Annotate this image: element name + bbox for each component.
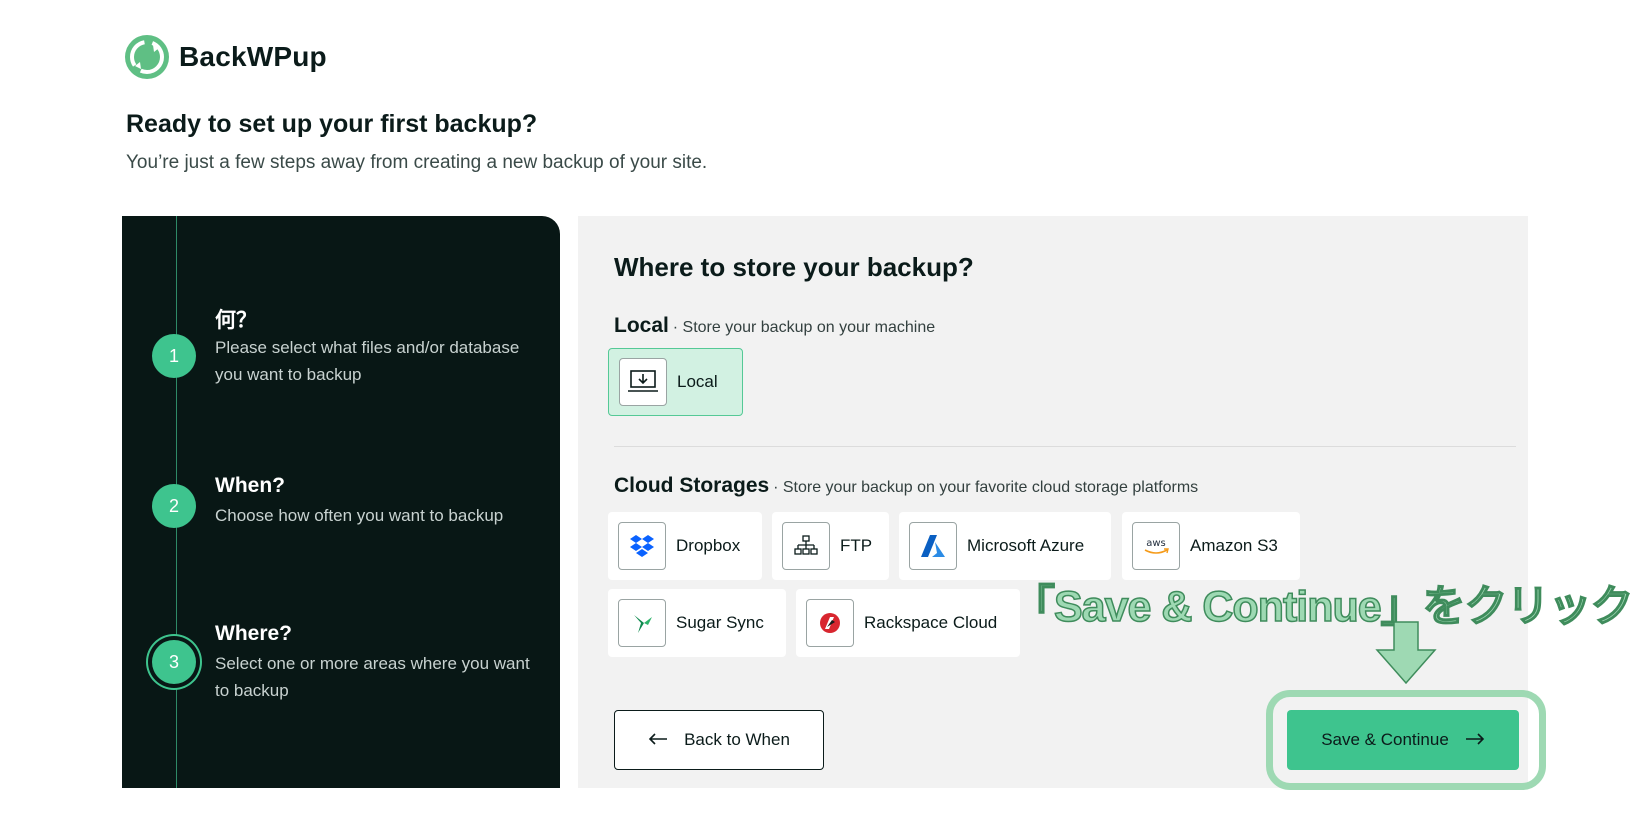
brand-name: BackWPup xyxy=(179,41,327,72)
storage-option-label: Rackspace Cloud xyxy=(864,613,998,632)
step-description: Please select what files and/or database… xyxy=(215,338,520,384)
storage-option-label: Amazon S3 xyxy=(1190,536,1278,555)
step-number-badge: 2 xyxy=(152,484,196,528)
storage-option-local[interactable]: Local xyxy=(608,348,743,416)
ftp-network-icon xyxy=(782,522,830,570)
laptop-download-icon xyxy=(619,358,667,406)
storage-option-label: Sugar Sync xyxy=(676,613,764,632)
aws-icon: aws xyxy=(1132,522,1180,570)
back-button-label: Back to When xyxy=(684,730,790,749)
page-subtitle: You’re just a few steps away from creati… xyxy=(126,152,708,173)
arrow-left-icon xyxy=(648,730,668,750)
azure-icon xyxy=(909,522,957,570)
back-to-when-button[interactable]: Back to When xyxy=(614,710,824,770)
storage-option-sugar-sync[interactable]: Sugar Sync xyxy=(608,589,786,657)
step-title: 何？ xyxy=(215,309,257,332)
cloud-section-label: Cloud Storages · Store your backup on yo… xyxy=(614,474,1198,498)
step-number-badge: 3 xyxy=(152,640,196,684)
storage-option-rackspace-cloud[interactable]: Rackspace Cloud xyxy=(796,589,1020,657)
storage-option-label: FTP xyxy=(840,536,873,555)
local-heading: Local xyxy=(614,314,669,337)
storage-option-ftp[interactable]: FTP xyxy=(772,512,889,580)
svg-text:aws: aws xyxy=(1146,538,1166,549)
steps-sidebar: 1 何？ Please select what files and/or dat… xyxy=(122,216,560,788)
backwpup-logo-icon xyxy=(125,35,169,79)
storage-option-amazon-s3[interactable]: aws Amazon S3 xyxy=(1122,512,1300,580)
storage-option-dropbox[interactable]: Dropbox xyxy=(608,512,762,580)
dropbox-icon xyxy=(618,522,666,570)
step-title: When? xyxy=(215,474,285,497)
section-title: Where to store your backup? xyxy=(614,252,974,282)
annotation-text: 「Save & Continue」をクリック xyxy=(1011,582,1634,632)
arrow-down-icon xyxy=(1375,621,1437,685)
storage-option-label: Microsoft Azure xyxy=(967,536,1085,555)
rackspace-icon xyxy=(806,599,854,647)
brand: BackWPup xyxy=(125,35,327,79)
save-button-highlight xyxy=(1266,690,1546,790)
step-number-badge: 1 xyxy=(152,334,196,378)
storage-option-label: Local xyxy=(677,372,718,391)
step-description: Select one or more areas where you want … xyxy=(215,654,530,700)
section-divider xyxy=(614,446,1516,447)
local-section-label: Local · Store your backup on your machin… xyxy=(614,314,935,338)
step-title: Where? xyxy=(215,622,293,645)
storage-option-microsoft-azure[interactable]: Microsoft Azure xyxy=(899,512,1111,580)
storage-option-label: Dropbox xyxy=(676,536,741,555)
cloud-heading: Cloud Storages xyxy=(614,474,770,497)
local-description: · Store your backup on your machine xyxy=(672,319,936,336)
sugarsync-icon xyxy=(618,599,666,647)
step-description: Choose how often you want to backup xyxy=(215,506,504,525)
page-title: Ready to set up your first backup? xyxy=(126,110,538,138)
cloud-description: · Store your backup on your favorite clo… xyxy=(773,479,1199,496)
